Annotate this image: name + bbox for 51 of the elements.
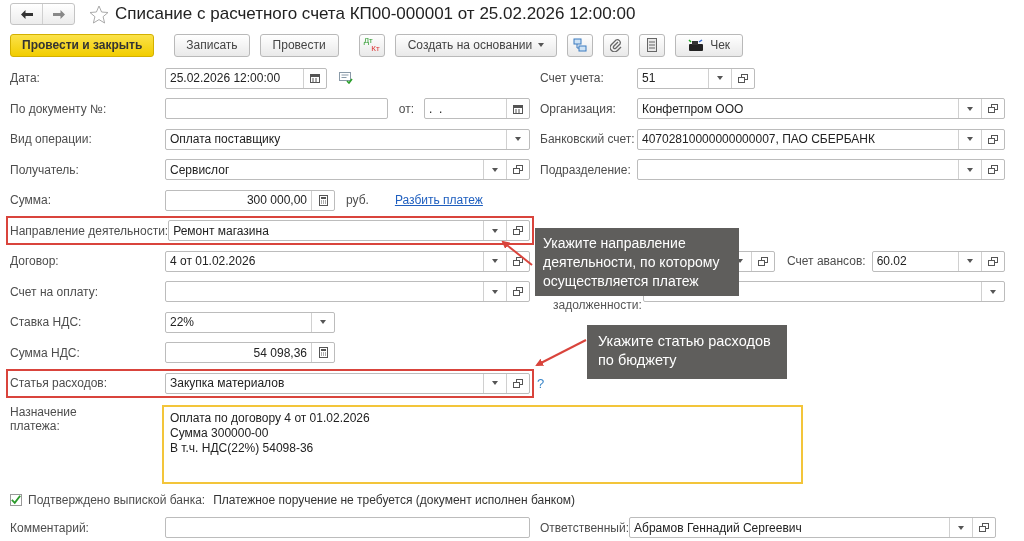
input-field[interactable]: . . [424, 98, 530, 120]
field-label: Ответственный: [540, 520, 630, 535]
field-label: Подразделение: [540, 162, 632, 177]
status-text: Платежное поручение не требуется (документ исполнен банком) [213, 492, 576, 507]
checkbox-label[interactable]: Подтверждено выпиской банка: [28, 492, 206, 507]
field-label: задолженности: [552, 297, 643, 312]
field-label: Счет авансов: [787, 254, 866, 269]
help-link[interactable]: ? [537, 375, 545, 391]
field-label: Организация: [540, 101, 617, 116]
field-label: Дата: [10, 71, 41, 86]
field-label: Направление деятельности: [10, 223, 169, 238]
unit-text: руб. [346, 193, 369, 208]
input-field[interactable]: Ремонт магазина [168, 220, 530, 242]
field-label: По документу №: [10, 101, 108, 116]
receipt-button[interactable]: Чек [675, 33, 744, 57]
input-field[interactable]: Закупка материалов [165, 372, 530, 394]
input-field[interactable]: 22% [165, 311, 335, 333]
debit-credit-button[interactable]: Дт Кт [358, 33, 385, 57]
field-label: Счет учета: [540, 71, 605, 86]
input-field[interactable]: 60.02 [871, 250, 1005, 272]
post-and-close-button[interactable]: Провести и закрыть [10, 33, 155, 57]
toolbar-button[interactable]: Провести [259, 33, 339, 57]
hint-tooltip: Укажите статью расходов по бюджету [587, 325, 787, 379]
field-label: Договор: [10, 254, 60, 269]
input-field[interactable]: 4 от 01.02.2026 [165, 250, 530, 272]
field-label: Получатель: [10, 162, 80, 177]
field-label: Вид операции: [10, 132, 93, 147]
input-field[interactable]: 54 098,36 [165, 342, 335, 364]
field-label: Сумма НДС: [10, 345, 81, 360]
input-field[interactable]: Сервислог [165, 159, 530, 181]
field-label: Назначение платежа: [10, 404, 78, 433]
field-label: Сумма: [10, 193, 53, 208]
input-field[interactable]: Конфетпром ООО [637, 98, 1005, 120]
unit-text: от: [398, 101, 414, 116]
input-field[interactable]: 300 000,00 [165, 189, 335, 211]
field-label: Статья расходов: [10, 376, 109, 391]
window-title: Списание с расчетного счета КП00-000001 от 25.02.2026 12:00:00 [115, 4, 636, 24]
input-field[interactable]: Оплата поставщику [165, 128, 530, 150]
field-label: Комментарий: [10, 520, 90, 535]
create-based-on-button[interactable]: Создать на основании [394, 33, 558, 57]
payment-purpose-field[interactable]: Оплата по договору 4 от 01.02.2026 Сумма 300000-00 В т.ч. НДС(22%) 54098-36 [162, 404, 803, 484]
input-field[interactable]: 40702810000000000007, ПАО СБЕРБАНК [637, 128, 1005, 150]
field-label: Счет на оплату: [10, 284, 100, 299]
input-field[interactable]: 25.02.2026 12:00:00 [165, 67, 327, 89]
split-payment-link[interactable]: Разбить платеж [394, 193, 483, 208]
hint-tooltip: Укажите направление деятельности, по которому осуществляется платеж [535, 228, 739, 296]
toolbar-button[interactable]: Записать [174, 33, 250, 57]
field-label: Банковский счет: [540, 132, 636, 147]
field-label: Ставка НДС: [10, 315, 83, 330]
input-field[interactable]: Абрамов Геннадий Сергеевич [629, 517, 997, 539]
input-field[interactable]: 51 [637, 67, 755, 89]
